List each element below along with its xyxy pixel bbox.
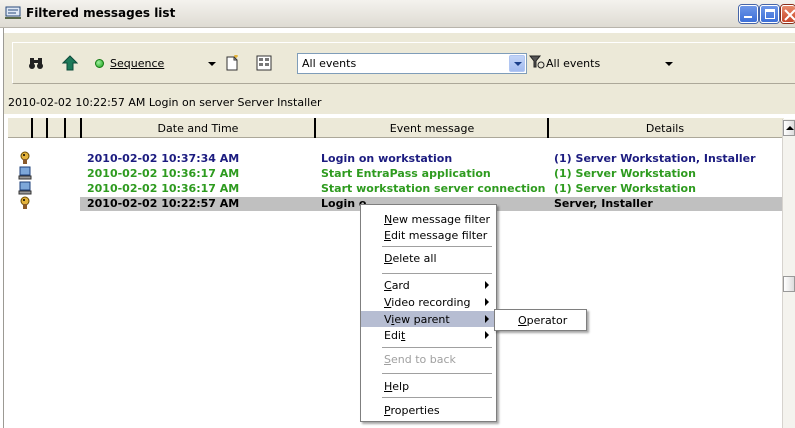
- cell-date: 2010-02-02 10:36:17 AM: [87, 182, 240, 195]
- scroll-thumb[interactable]: [783, 276, 795, 292]
- menu-item-video-recording[interactable]: Video recording: [361, 294, 496, 310]
- table-row[interactable]: 2010-02-02 10:37:34 AM Login on workstati…: [16, 152, 782, 166]
- maximize-button[interactable]: [760, 5, 779, 23]
- table-row[interactable]: 2010-02-02 10:36:17 AM Start workstation …: [16, 182, 782, 196]
- menu-item-delete-all[interactable]: Delete all: [361, 250, 496, 266]
- scroll-up-button[interactable]: [783, 120, 795, 136]
- message-list-icon: [5, 6, 21, 19]
- chevron-down-icon[interactable]: [208, 62, 216, 66]
- menu-item-edit[interactable]: Edit: [361, 327, 496, 343]
- menu-separator: [382, 347, 492, 348]
- column-separator: [64, 118, 66, 138]
- details-icon[interactable]: [256, 55, 272, 71]
- event-filter-dropdown-button[interactable]: [509, 55, 525, 72]
- cell-message: Login on workstation: [321, 152, 453, 165]
- context-menu: New message filter Edit message filter Del…: [360, 204, 497, 422]
- cell-date: 2010-02-02 10:37:34 AM: [87, 152, 240, 165]
- cell-details: (1) Server Workstation: [554, 167, 696, 180]
- minimize-button[interactable]: [739, 5, 758, 23]
- chevron-right-icon: [485, 315, 489, 323]
- chevron-down-icon: [514, 62, 522, 66]
- status-line: 2010-02-02 10:22:57 AM Login on server S…: [8, 96, 322, 109]
- cell-details: Server, Installer: [554, 197, 653, 210]
- new-document-icon[interactable]: [224, 55, 240, 71]
- title-bar: Filtered messages list: [0, 0, 795, 28]
- menu-item-label: Edit message filter: [384, 229, 488, 242]
- menu-item-label: New message filter: [384, 213, 491, 226]
- chevron-up-icon: [786, 126, 794, 130]
- event-filter-value: All events: [302, 57, 357, 70]
- chevron-right-icon: [485, 298, 489, 306]
- maximize-icon: [765, 9, 775, 19]
- menu-item-properties[interactable]: Properties: [361, 402, 496, 418]
- close-button[interactable]: [781, 5, 795, 23]
- minimize-icon: [744, 16, 752, 18]
- cell-details: (1) Server Workstation: [554, 182, 696, 195]
- vertical-scrollbar[interactable]: [782, 119, 795, 428]
- column-header-message[interactable]: Event message: [316, 122, 548, 135]
- menu-item-label: Delete all: [384, 252, 437, 265]
- cell-date: 2010-02-02 10:22:57 AM: [87, 197, 240, 210]
- column-separator: [31, 118, 33, 138]
- menu-item-label: Edit: [384, 329, 406, 342]
- menu-separator: [382, 246, 492, 247]
- cell-message: Start workstation server connection: [321, 182, 546, 195]
- operator-key-icon: [20, 196, 30, 209]
- submenu-item-operator[interactable]: Operator: [518, 314, 567, 327]
- chevron-right-icon: [485, 331, 489, 339]
- column-header-details[interactable]: Details: [549, 122, 781, 135]
- up-arrow-icon[interactable]: [62, 55, 78, 71]
- menu-item-edit-message-filter[interactable]: Edit message filter: [361, 227, 496, 243]
- menu-separator: [382, 397, 492, 398]
- close-icon: [784, 9, 795, 21]
- column-header-date[interactable]: Date and Time: [82, 122, 314, 135]
- sequence-status-icon: [95, 59, 104, 68]
- chevron-down-icon[interactable]: [665, 62, 673, 66]
- binoculars-icon[interactable]: [28, 55, 44, 71]
- menu-item-card[interactable]: Card: [361, 277, 496, 293]
- menu-separator: [382, 373, 492, 374]
- menu-item-help[interactable]: Help: [361, 378, 496, 394]
- column-separator: [46, 118, 48, 138]
- sort-mode-label[interactable]: Sequence: [110, 57, 164, 70]
- menu-item-new-message-filter[interactable]: New message filter: [361, 211, 496, 227]
- cell-date: 2010-02-02 10:36:17 AM: [87, 167, 240, 180]
- table-row[interactable]: 2010-02-02 10:36:17 AM Start EntraPass ap…: [16, 167, 782, 181]
- menu-item-send-to-back: Send to back: [361, 351, 496, 367]
- type-filter-value[interactable]: All events: [546, 57, 600, 70]
- chevron-right-icon: [485, 281, 489, 289]
- menu-item-label: Properties: [384, 404, 440, 417]
- menu-item-label: View parent: [384, 313, 450, 326]
- menu-item-view-parent[interactable]: View parent: [361, 311, 496, 327]
- window-title: Filtered messages list: [26, 6, 176, 20]
- menu-item-label: Card: [384, 279, 410, 292]
- filter-icon[interactable]: [529, 54, 545, 70]
- menu-item-label: Send to back: [384, 353, 456, 366]
- cell-message: Start EntraPass application: [321, 167, 491, 180]
- event-filter-combo[interactable]: All events: [297, 53, 527, 74]
- menu-item-label: Help: [384, 380, 410, 393]
- view-parent-submenu: Operator: [494, 309, 587, 331]
- cell-details: (1) Server Workstation, Installer: [554, 152, 756, 165]
- menu-separator: [382, 273, 492, 274]
- menu-item-label: Video recording: [384, 296, 471, 309]
